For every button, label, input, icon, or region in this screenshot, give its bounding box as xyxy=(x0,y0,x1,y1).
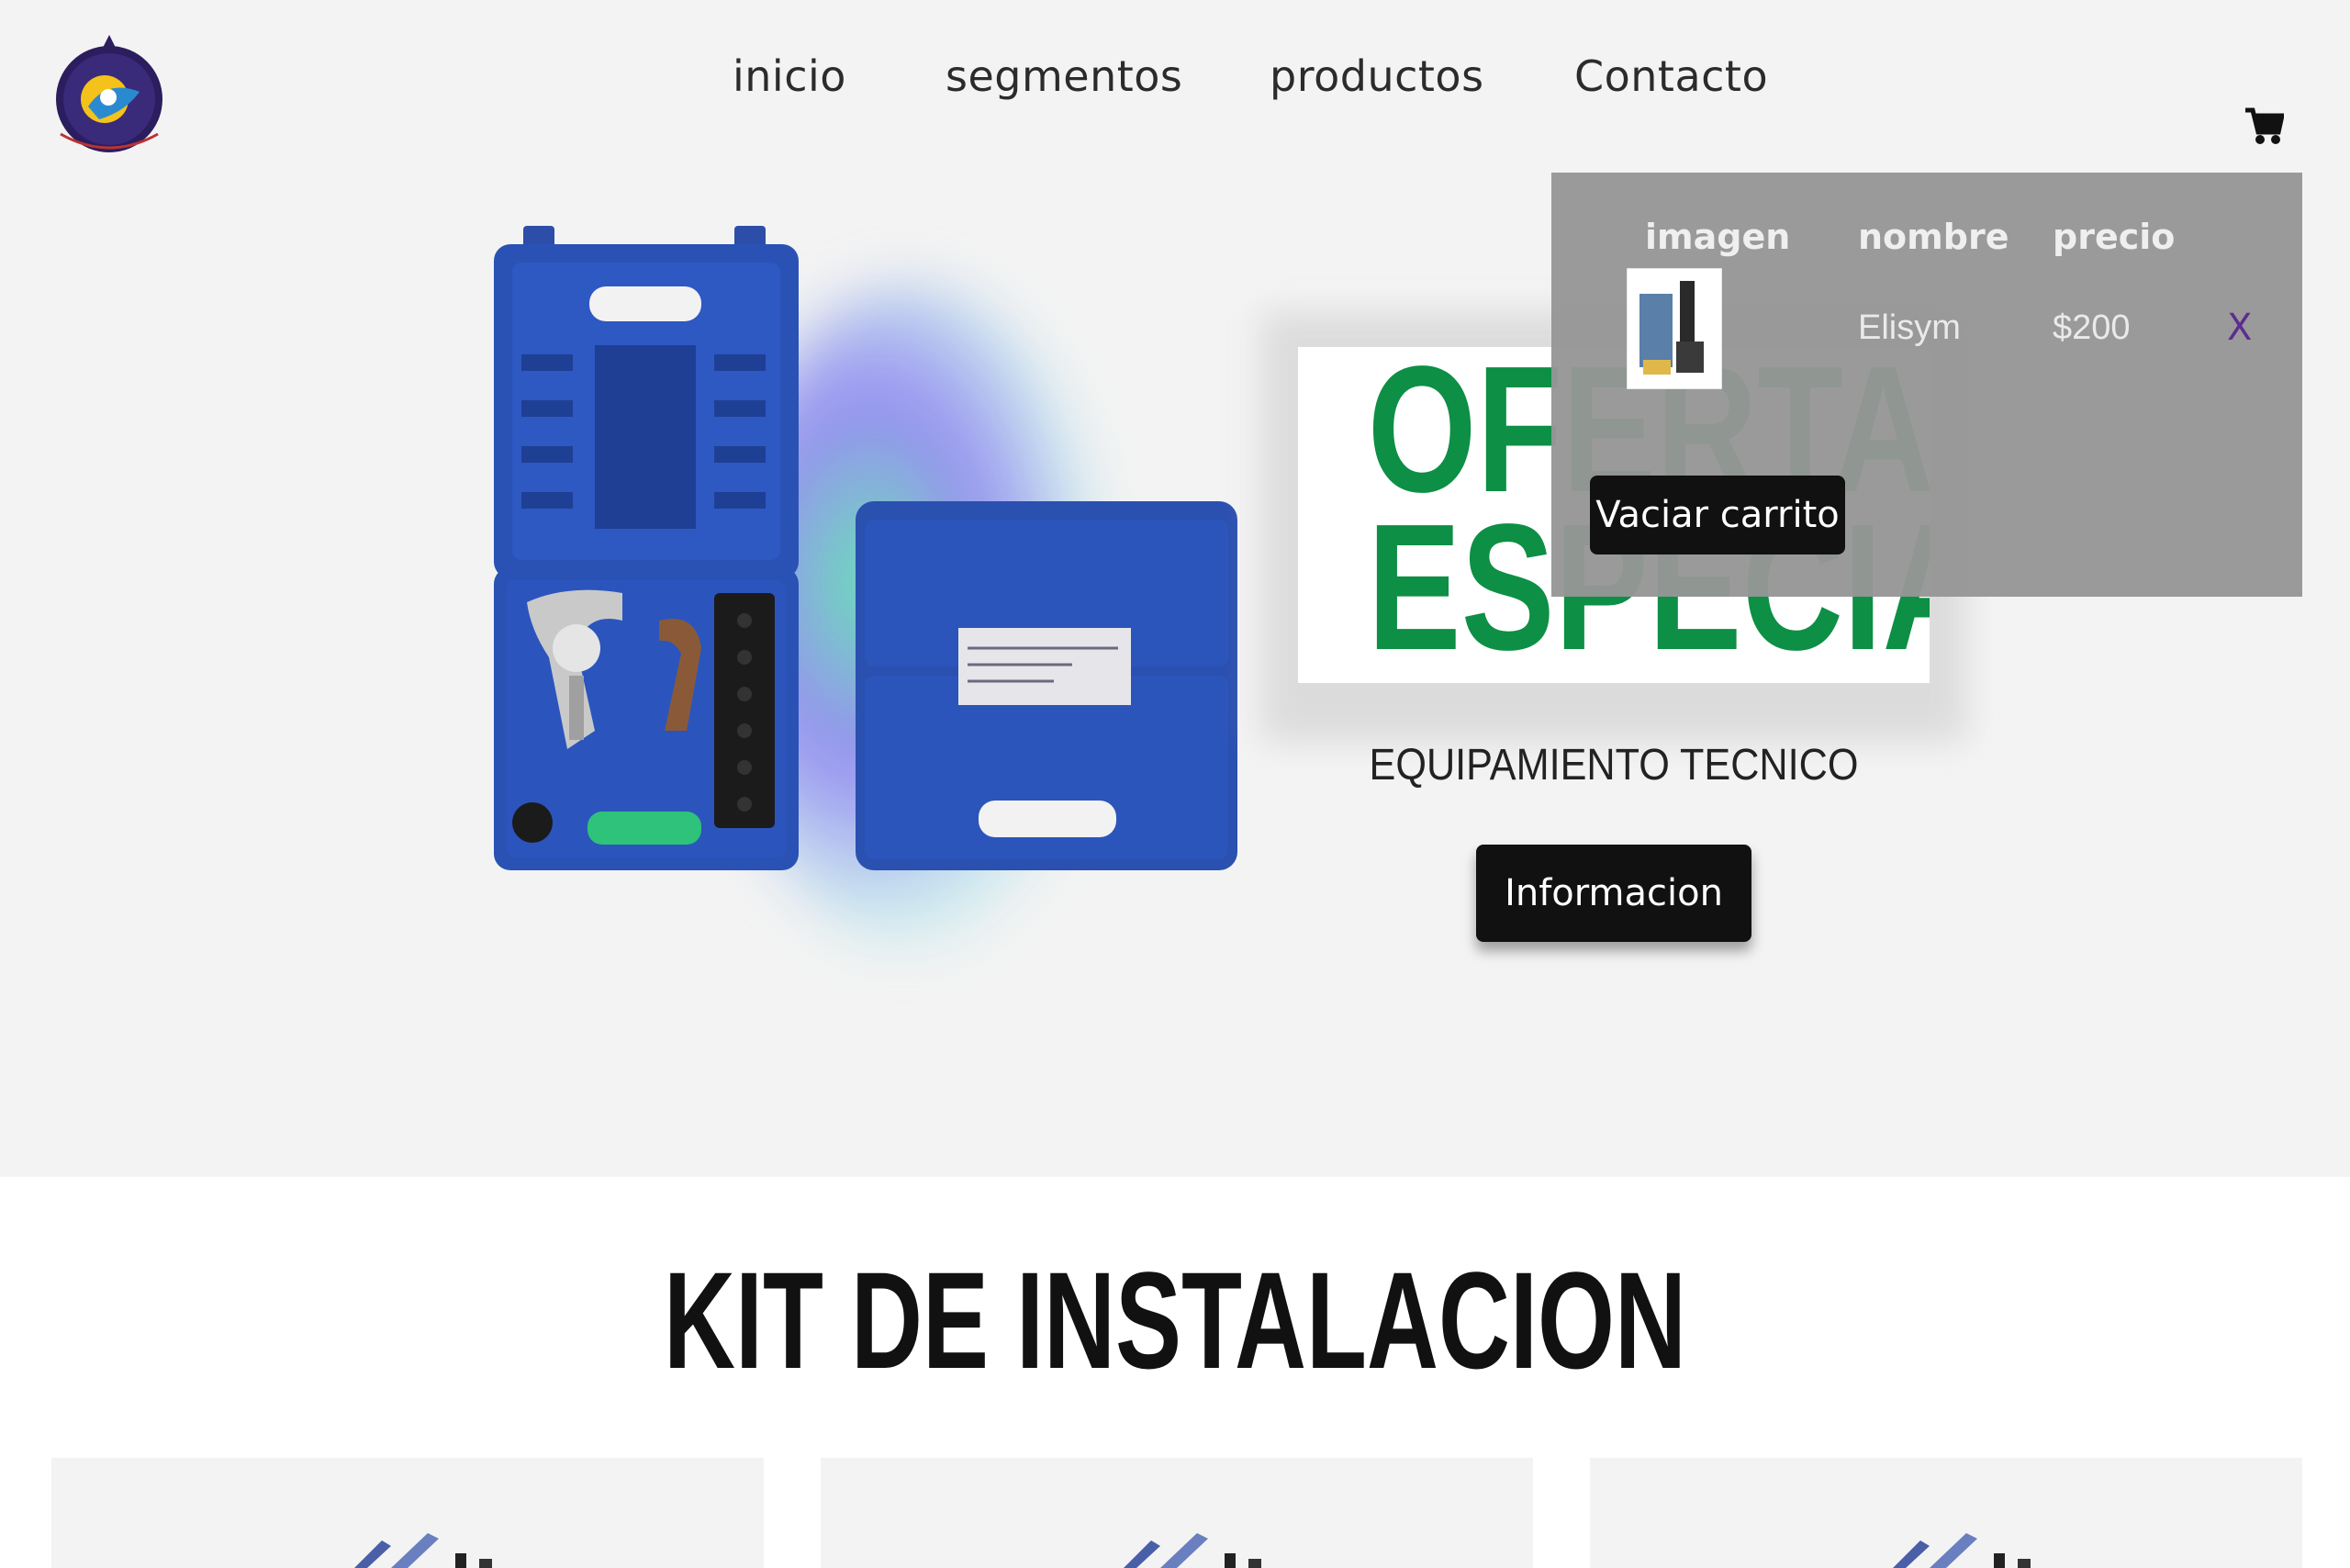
product-image xyxy=(1124,1533,1261,1568)
cart-header-imagen: imagen xyxy=(1645,217,1791,257)
cart-header-precio: precio xyxy=(2053,217,2176,257)
nav-productos[interactable]: productos xyxy=(1270,51,1484,101)
product-image xyxy=(1893,1533,2031,1568)
hero-subtitle: EQUIPAMIENTO TECNICO xyxy=(1369,741,1859,790)
info-button[interactable]: Informacion xyxy=(1476,845,1751,942)
cart-dropdown: imagen nombre precio Elisym $200 X Vacia… xyxy=(1551,173,2302,597)
cart-item-price: $200 xyxy=(2053,308,2131,347)
cart-icon[interactable] xyxy=(2244,103,2284,147)
cart-item-thumbnail xyxy=(1627,268,1722,389)
flaring-tool-kit-image xyxy=(494,226,1237,870)
main-nav: inicio segmentos productos Contacto xyxy=(0,51,2350,116)
remove-item-button[interactable]: X xyxy=(2227,307,2252,349)
section-title: KIT DE INSTALACION xyxy=(664,1243,1686,1397)
cart-item-name: Elisym xyxy=(1858,308,1961,347)
product-card[interactable] xyxy=(51,1458,764,1568)
nav-inicio[interactable]: inicio xyxy=(733,51,846,101)
empty-cart-button[interactable]: Vaciar carrito xyxy=(1590,476,1845,554)
nav-contacto[interactable]: Contacto xyxy=(1574,51,1768,101)
product-image xyxy=(354,1533,492,1568)
nav-segmentos[interactable]: segmentos xyxy=(946,51,1182,101)
product-card[interactable] xyxy=(821,1458,1533,1568)
product-card[interactable] xyxy=(1590,1458,2302,1568)
cart-header-nombre: nombre xyxy=(1858,217,2009,257)
